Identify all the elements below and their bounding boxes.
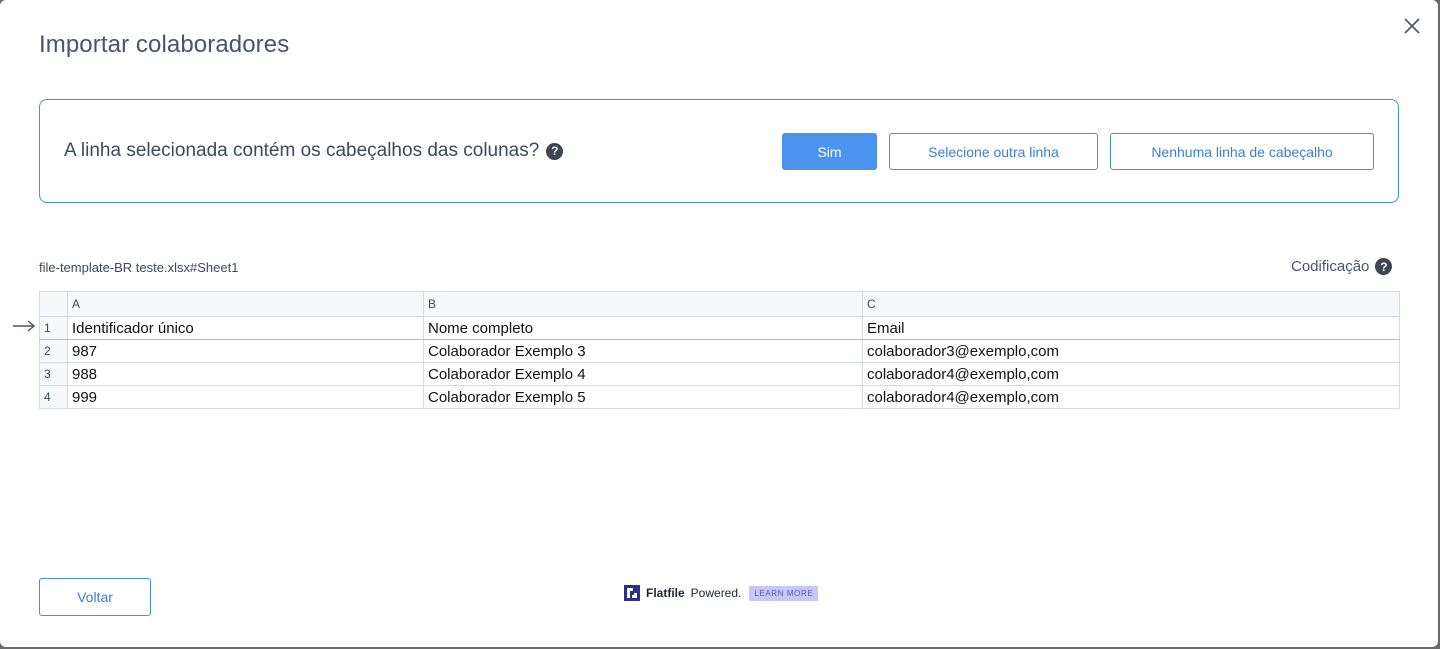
table-cell: 987 bbox=[67, 339, 424, 363]
back-button[interactable]: Voltar bbox=[39, 578, 151, 616]
column-header-b: B bbox=[423, 291, 863, 317]
flatfile-brand: Flatfile bbox=[646, 586, 685, 600]
encoding-label: Codificação bbox=[1291, 258, 1370, 275]
table-cell: Colaborador Exemplo 4 bbox=[423, 362, 863, 386]
table-cell: colaborador3@exemplo,com bbox=[862, 339, 1400, 363]
table-cell: colaborador4@exemplo,com bbox=[862, 362, 1400, 386]
column-header-c: C bbox=[862, 291, 1400, 317]
yes-button[interactable]: Sim bbox=[782, 133, 877, 170]
table-row[interactable]: 4 999 Colaborador Exemplo 5 colaborador4… bbox=[39, 385, 1400, 409]
sheet-preview-table: A B C 1 Identificador único Nome complet… bbox=[39, 291, 1400, 409]
table-cell: Colaborador Exemplo 5 bbox=[423, 385, 863, 409]
table-cell: Identificador único bbox=[67, 316, 424, 340]
table-row-selected[interactable]: 1 Identificador único Nome completo Emai… bbox=[39, 316, 1400, 340]
table-cell: colaborador4@exemplo,com bbox=[862, 385, 1400, 409]
table-cell: Colaborador Exemplo 3 bbox=[423, 339, 863, 363]
import-dialog: Importar colaboradores A linha seleciona… bbox=[0, 0, 1438, 647]
help-icon[interactable]: ? bbox=[546, 142, 564, 160]
table-cell: Email bbox=[862, 316, 1400, 340]
header-question-text: A linha selecionada contém os cabeçalhos… bbox=[64, 140, 540, 161]
row-number: 4 bbox=[39, 385, 68, 409]
row-number: 3 bbox=[39, 362, 68, 386]
corner-cell bbox=[39, 291, 68, 317]
file-name: file-template-BR teste.xlsx#Sheet1 bbox=[39, 260, 239, 275]
table-cell: 988 bbox=[67, 362, 424, 386]
flatfile-logo-icon bbox=[624, 585, 640, 601]
column-header-a: A bbox=[67, 291, 424, 317]
powered-text: Powered. bbox=[690, 586, 742, 600]
close-button[interactable] bbox=[1400, 14, 1424, 38]
table-row[interactable]: 3 988 Colaborador Exemplo 4 colaborador4… bbox=[39, 362, 1400, 386]
table-row[interactable]: 2 987 Colaborador Exemplo 3 colaborador3… bbox=[39, 339, 1400, 363]
no-header-row-button[interactable]: Nenhuma linha de cabeçalho bbox=[1110, 133, 1374, 170]
arrow-right-icon bbox=[13, 320, 36, 332]
row-number: 2 bbox=[39, 339, 68, 363]
table-cell: Nome completo bbox=[423, 316, 863, 340]
header-question: A linha selecionada contém os cabeçalhos… bbox=[64, 140, 564, 162]
close-icon bbox=[1404, 18, 1420, 34]
encoding-selector[interactable]: Codificação ? bbox=[1291, 258, 1393, 275]
table-cell: 999 bbox=[67, 385, 424, 409]
dialog-title: Importar colaboradores bbox=[39, 31, 290, 58]
column-header-row: A B C bbox=[39, 291, 1400, 317]
row-number: 1 bbox=[39, 316, 68, 340]
learn-more-link[interactable]: LEARN MORE bbox=[749, 585, 819, 601]
select-other-row-button[interactable]: Selecione outra linha bbox=[889, 133, 1098, 170]
header-question-panel: A linha selecionada contém os cabeçalhos… bbox=[39, 99, 1399, 203]
flatfile-powered-badge: Flatfile Powered. LEARN MORE bbox=[624, 585, 819, 601]
encoding-help-icon[interactable]: ? bbox=[1375, 258, 1393, 275]
